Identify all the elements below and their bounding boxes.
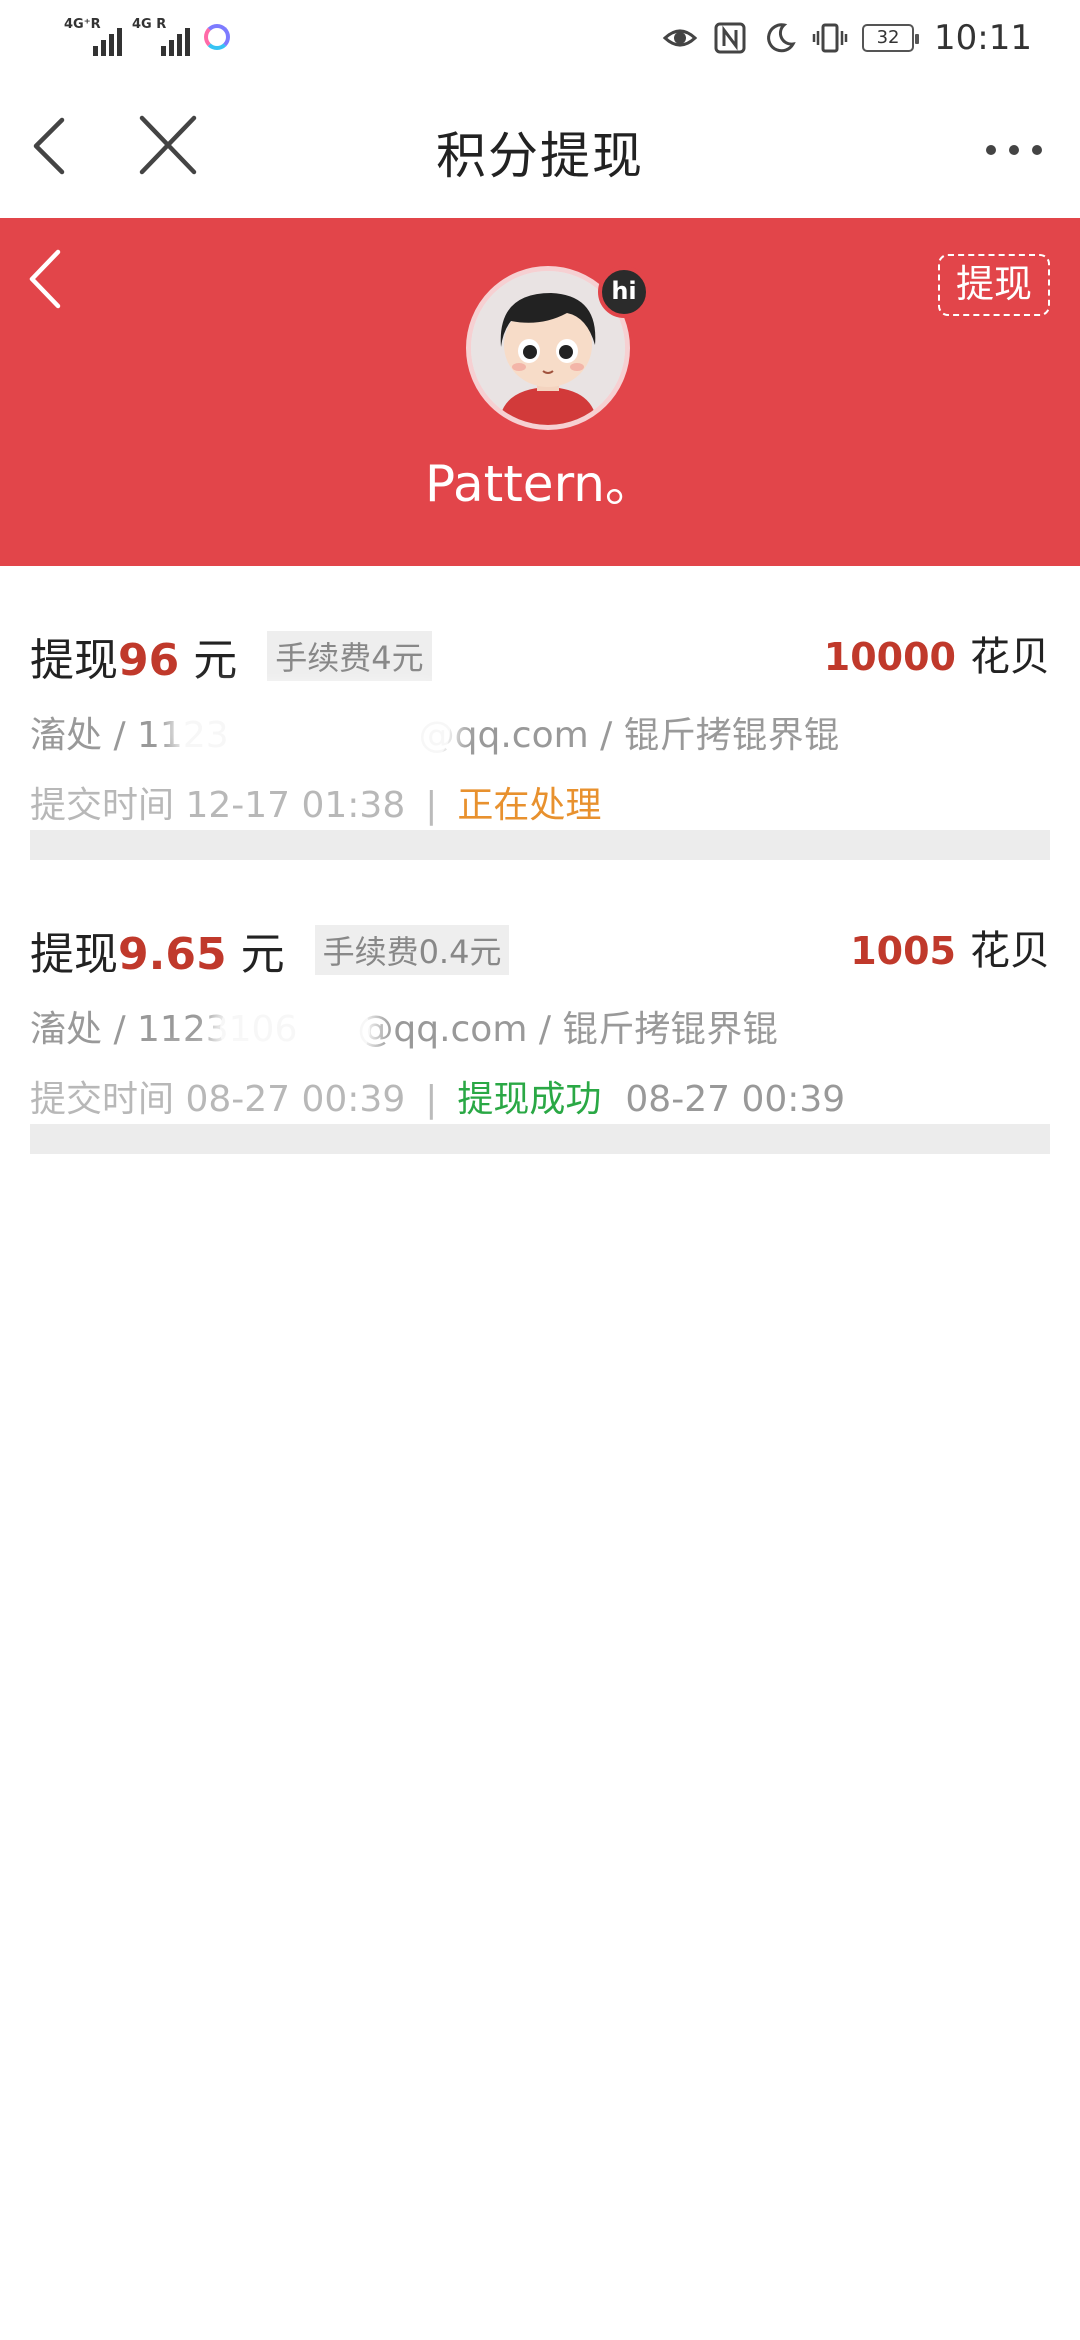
withdraw-records: 提现96 元手续费4元 10000 花贝 滀处 / 1123 @qq.com / 锟斤…: [30, 566, 1050, 1154]
app-notification-icon: [204, 24, 230, 50]
record-unit: 元: [240, 929, 285, 980]
separator: |: [425, 785, 438, 826]
more-icon[interactable]: [978, 124, 1050, 176]
points-unit: 花贝: [970, 634, 1050, 680]
list-item[interactable]: 提现9.65 元手续费0.4元 1005 花贝 滀处 / 1123106 @qq.co…: [30, 860, 1050, 1154]
fee-badge: 手续费4元: [267, 631, 432, 681]
nfc-icon: [714, 22, 746, 54]
record-title: 提现: [30, 929, 118, 980]
status-badge: 提现成功: [457, 1079, 602, 1120]
moon-icon: [767, 23, 796, 53]
points-amount: 1005: [850, 929, 956, 973]
battery-icon: 32: [862, 24, 920, 52]
page-title: 积分提现: [436, 127, 644, 185]
status-badge: 正在处理: [457, 785, 602, 826]
record-title: 提现: [30, 635, 118, 686]
submit-time: 提交时间 08-27 00:39: [30, 1079, 406, 1120]
username: Pattern。: [425, 455, 655, 513]
points-unit: 花贝: [970, 928, 1050, 974]
list-item[interactable]: 提现96 元手续费4元 10000 花贝 滀处 / 1123 @qq.com / 锟斤…: [30, 566, 1050, 860]
account-suffix: @qq.com / 锟斤拷锟界锟: [418, 715, 840, 756]
points-amount: 10000: [823, 635, 956, 679]
separator: |: [425, 1079, 438, 1120]
nav-bar: 积分提现: [0, 76, 1080, 218]
status-bar: 4G⁺R 4G R 32 10:11: [0, 0, 1080, 76]
header-back-icon[interactable]: [22, 244, 72, 314]
withdraw-button[interactable]: 提现: [938, 254, 1050, 316]
divider: [30, 830, 1050, 860]
redaction-blur: [180, 698, 450, 762]
record-amount: 9.65: [118, 929, 227, 980]
record-unit: 元: [193, 635, 238, 686]
eye-icon: [662, 29, 698, 47]
hi-badge: hi: [598, 266, 650, 318]
profile-header: 提现 hi Pattern。: [0, 218, 1080, 566]
account-suffix: @qq.com / 锟斤拷锟界锟: [357, 1009, 779, 1050]
signal-icon: 4G⁺R: [64, 18, 122, 56]
vibrate-icon: [812, 23, 848, 53]
redaction-blur: [220, 1000, 370, 1060]
divider: [30, 1124, 1050, 1154]
record-amount: 96: [118, 635, 180, 686]
fee-badge: 手续费0.4元: [314, 925, 510, 975]
account-info: 滀处 / 1123106 @qq.com / 锟斤拷锟界锟: [30, 1000, 778, 1052]
submit-time: 提交时间 12-17 01:38: [30, 785, 406, 826]
clock: 10:11: [934, 18, 1032, 58]
finish-time: 08-27 00:39: [625, 1079, 846, 1120]
signal-icon-2: 4G R: [132, 18, 190, 56]
